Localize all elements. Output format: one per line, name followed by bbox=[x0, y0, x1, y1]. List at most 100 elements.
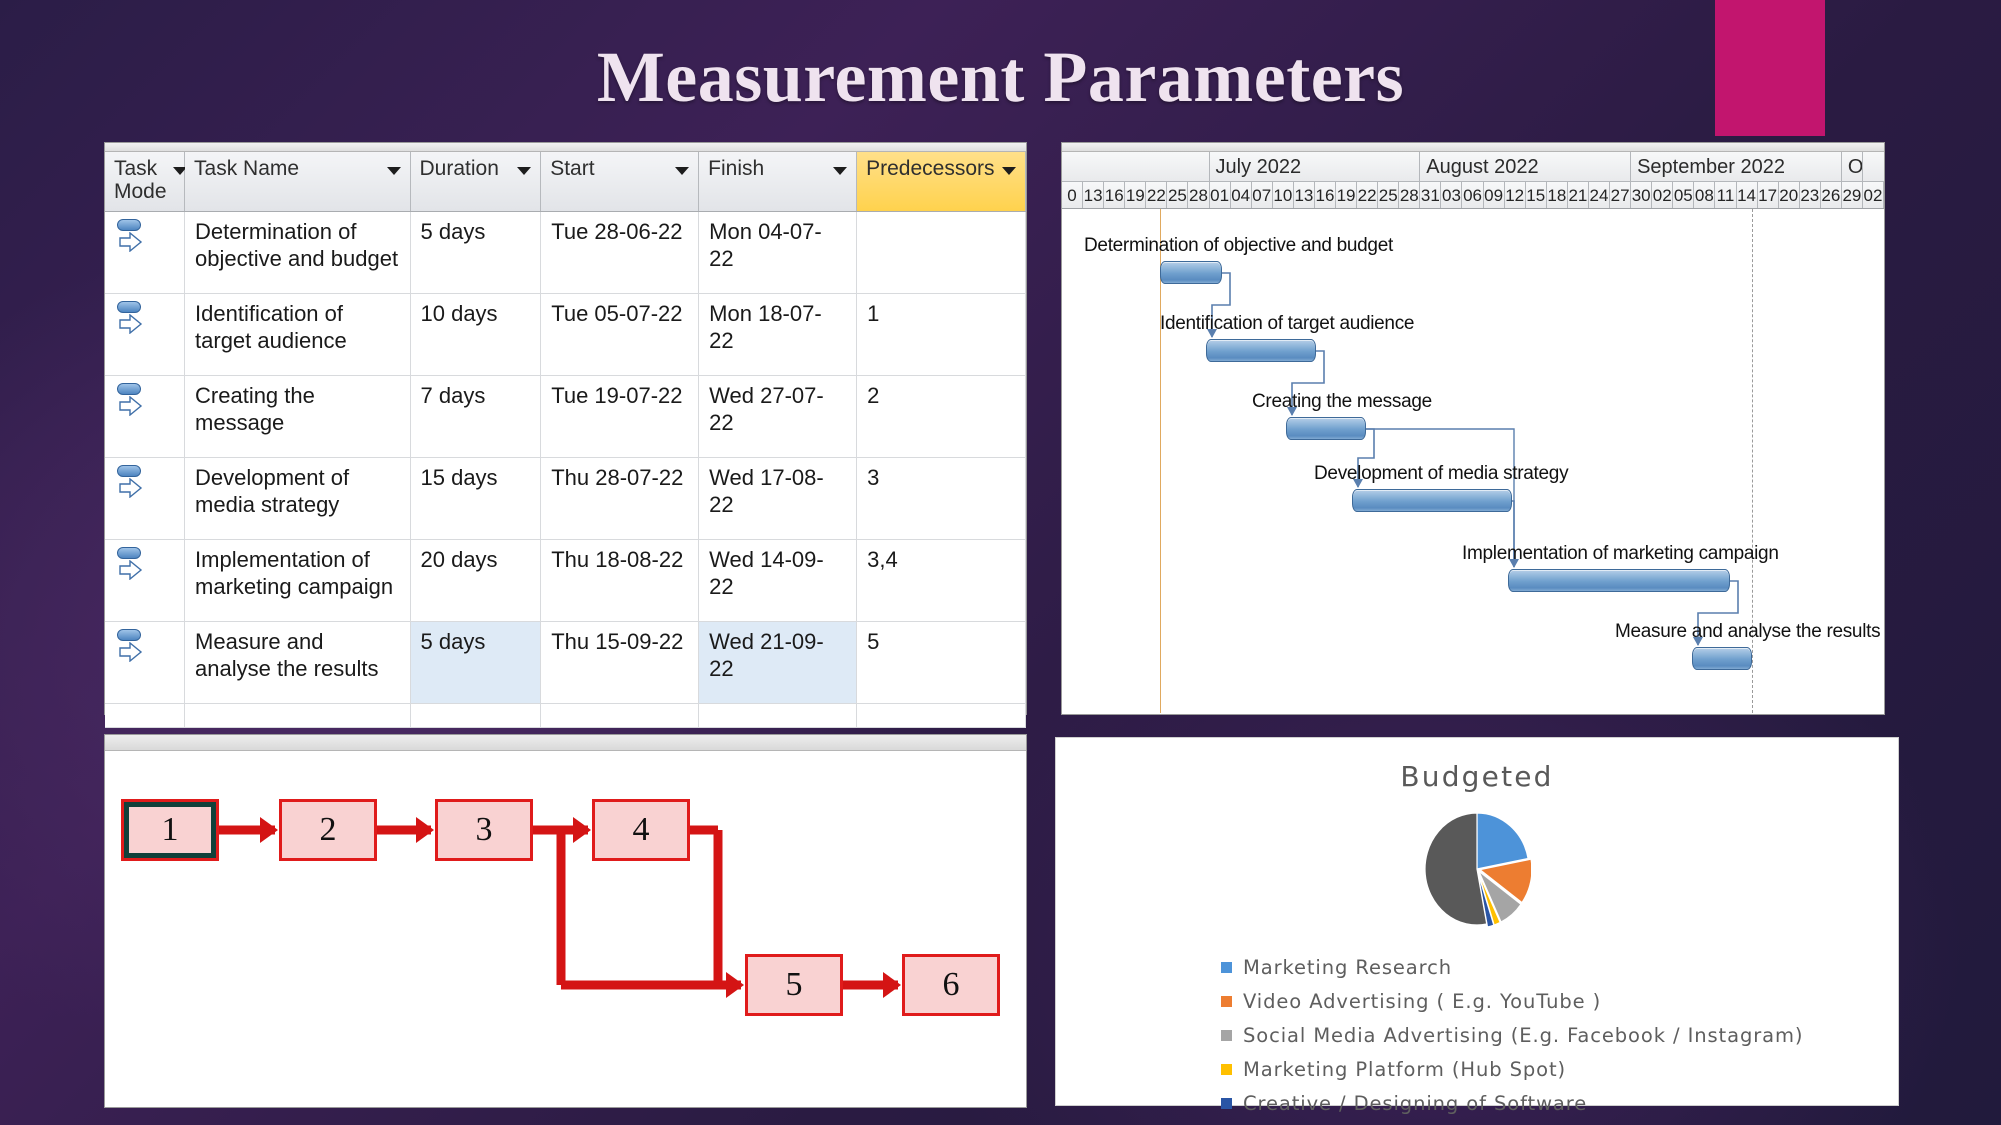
gantt-day-tick: 04 bbox=[1231, 182, 1252, 208]
cell-start[interactable]: Tue 19-07-22 bbox=[540, 375, 700, 459]
legend-label: Marketing Platform (Hub Spot) bbox=[1243, 1057, 1567, 1081]
cell-predecessors[interactable] bbox=[856, 211, 1026, 295]
gantt-bar[interactable] bbox=[1352, 489, 1512, 512]
network-node[interactable]: 5 bbox=[745, 954, 843, 1016]
cell-duration[interactable]: 7 days bbox=[410, 375, 542, 459]
column-header-finish[interactable]: Finish bbox=[698, 152, 858, 213]
network-node-label: 2 bbox=[319, 811, 337, 848]
task-table-panel: Task Mode Task Name Duration Start Finis… bbox=[105, 143, 1026, 729]
cell-task-mode[interactable] bbox=[105, 211, 186, 295]
table-row[interactable]: Implementation of marketing campaign 20 d… bbox=[105, 539, 1026, 623]
cell-start[interactable]: Thu 15-09-22 bbox=[540, 621, 700, 705]
gantt-day-tick: 21 bbox=[1568, 182, 1589, 208]
cell-task-name[interactable]: Measure and analyse the results bbox=[184, 621, 411, 705]
auto-scheduled-icon bbox=[115, 219, 149, 259]
gantt-top-strip bbox=[1062, 143, 1884, 152]
table-row[interactable]: Creating the message 7 days Tue 19-07-22 We… bbox=[105, 375, 1026, 459]
legend-item[interactable]: Creative / Designing of Software bbox=[1221, 1089, 1898, 1117]
table-row[interactable]: Measure and analyse the results 5 days Thu… bbox=[105, 621, 1026, 705]
cell-task-name[interactable]: Development of media strategy bbox=[184, 457, 411, 541]
legend-item[interactable]: Video Advertising ( E.g. YouTube ) bbox=[1221, 987, 1898, 1015]
cell-duration[interactable]: 5 days bbox=[410, 211, 542, 295]
column-header-label: Task Name bbox=[194, 157, 300, 180]
cell-start[interactable]: Thu 18-08-22 bbox=[540, 539, 700, 623]
gantt-bar-label: Implementation of marketing campaign bbox=[1462, 543, 1779, 564]
cell-task-name[interactable]: Identification of target audience bbox=[184, 293, 411, 377]
chevron-down-icon[interactable] bbox=[386, 167, 401, 175]
table-row[interactable]: Identification of target audience 10 days… bbox=[105, 293, 1026, 377]
column-header-start[interactable]: Start bbox=[540, 152, 700, 213]
network-node-label: 4 bbox=[632, 811, 650, 848]
network-canvas[interactable]: 1 2 3 4 5 6 bbox=[105, 751, 1026, 1105]
chart-title: Budgeted bbox=[1400, 760, 1554, 793]
cell-duration[interactable]: 10 days bbox=[410, 293, 542, 377]
table-empty-row[interactable] bbox=[105, 703, 1026, 729]
table-row[interactable]: Development of media strategy 15 days Thu … bbox=[105, 457, 1026, 541]
gantt-bar-label: Identification of target audience bbox=[1160, 313, 1415, 334]
cell-finish[interactable]: Mon 04-07-22 bbox=[698, 211, 858, 295]
cell-predecessors[interactable]: 3,4 bbox=[856, 539, 1026, 623]
cell-predecessors[interactable]: 2 bbox=[856, 375, 1026, 459]
cell-predecessors[interactable]: 1 bbox=[856, 293, 1026, 377]
cell-task-name[interactable]: Determination of objective and budget bbox=[184, 211, 411, 295]
gantt-month-label: July 2022 bbox=[1210, 152, 1421, 181]
gantt-day-tick: 14 bbox=[1737, 182, 1758, 208]
cell-task-mode[interactable] bbox=[105, 457, 186, 541]
cell-empty bbox=[105, 703, 186, 729]
legend-item[interactable]: Marketing Research bbox=[1221, 953, 1898, 981]
column-header-label: Predecessors bbox=[866, 157, 995, 180]
legend-item[interactable]: Marketing Platform (Hub Spot) bbox=[1221, 1055, 1898, 1083]
cell-predecessors[interactable]: 5 bbox=[856, 621, 1026, 705]
gantt-day-tick: 16 bbox=[1315, 182, 1337, 208]
chevron-down-icon[interactable] bbox=[675, 167, 690, 175]
cell-empty bbox=[698, 703, 858, 729]
cell-duration[interactable]: 20 days bbox=[410, 539, 542, 623]
chevron-down-icon[interactable] bbox=[833, 167, 848, 175]
cell-start[interactable]: Tue 28-06-22 bbox=[540, 211, 700, 295]
network-node[interactable]: 1 bbox=[121, 799, 219, 861]
cell-task-mode[interactable] bbox=[105, 293, 186, 377]
gantt-bar[interactable] bbox=[1508, 569, 1730, 592]
gantt-bar-label: Development of media strategy bbox=[1314, 463, 1569, 484]
cell-finish[interactable]: Wed 14-09-22 bbox=[698, 539, 858, 623]
cell-task-mode[interactable] bbox=[105, 621, 186, 705]
cell-duration[interactable]: 5 days bbox=[410, 621, 542, 705]
chevron-down-icon[interactable] bbox=[1002, 167, 1016, 175]
cell-task-mode[interactable] bbox=[105, 539, 186, 623]
chevron-down-icon[interactable] bbox=[517, 167, 532, 175]
cell-duration[interactable]: 15 days bbox=[410, 457, 542, 541]
cell-task-mode[interactable] bbox=[105, 375, 186, 459]
column-header-predecessors[interactable]: Predecessors bbox=[856, 152, 1026, 213]
cell-empty bbox=[410, 703, 542, 729]
cell-task-name[interactable]: Implementation of marketing campaign bbox=[184, 539, 411, 623]
pie-chart[interactable] bbox=[1423, 807, 1531, 935]
network-node[interactable]: 2 bbox=[279, 799, 377, 861]
task-table: Task Mode Task Name Duration Start Finis… bbox=[105, 152, 1026, 729]
network-node-label: 5 bbox=[785, 966, 803, 1003]
cell-finish[interactable]: Mon 18-07-22 bbox=[698, 293, 858, 377]
gantt-day-tick: 08 bbox=[1694, 182, 1716, 208]
network-node[interactable]: 4 bbox=[592, 799, 690, 861]
network-node[interactable]: 6 bbox=[902, 954, 1000, 1016]
cell-start[interactable]: Tue 05-07-22 bbox=[540, 293, 700, 377]
column-header-task-name[interactable]: Task Name bbox=[184, 152, 411, 213]
cell-start[interactable]: Thu 28-07-22 bbox=[540, 457, 700, 541]
gantt-plot-area[interactable]: Determination of objective and budget Ide… bbox=[1062, 209, 1884, 713]
legend-item[interactable]: Social Media Advertising (E.g. Facebook … bbox=[1221, 1021, 1898, 1049]
gantt-day-tick: 19 bbox=[1125, 182, 1147, 208]
gantt-day-tick: 30 bbox=[1631, 182, 1653, 208]
gantt-day-tick: 03 bbox=[1441, 182, 1463, 208]
column-header-task-mode[interactable]: Task Mode bbox=[105, 152, 187, 213]
gantt-bar[interactable] bbox=[1160, 261, 1222, 284]
cell-finish[interactable]: Wed 27-07-22 bbox=[698, 375, 858, 459]
gantt-bar[interactable] bbox=[1692, 647, 1752, 670]
cell-task-name[interactable]: Creating the message bbox=[184, 375, 411, 459]
gantt-bar[interactable] bbox=[1286, 417, 1366, 440]
gantt-bar[interactable] bbox=[1206, 339, 1316, 362]
column-header-duration[interactable]: Duration bbox=[410, 152, 542, 213]
network-node[interactable]: 3 bbox=[435, 799, 533, 861]
cell-predecessors[interactable]: 3 bbox=[856, 457, 1026, 541]
table-row[interactable]: Determination of objective and budget 5 d… bbox=[105, 211, 1026, 295]
cell-finish[interactable]: Wed 17-08-22 bbox=[698, 457, 858, 541]
cell-finish[interactable]: Wed 21-09-22 bbox=[698, 621, 858, 705]
